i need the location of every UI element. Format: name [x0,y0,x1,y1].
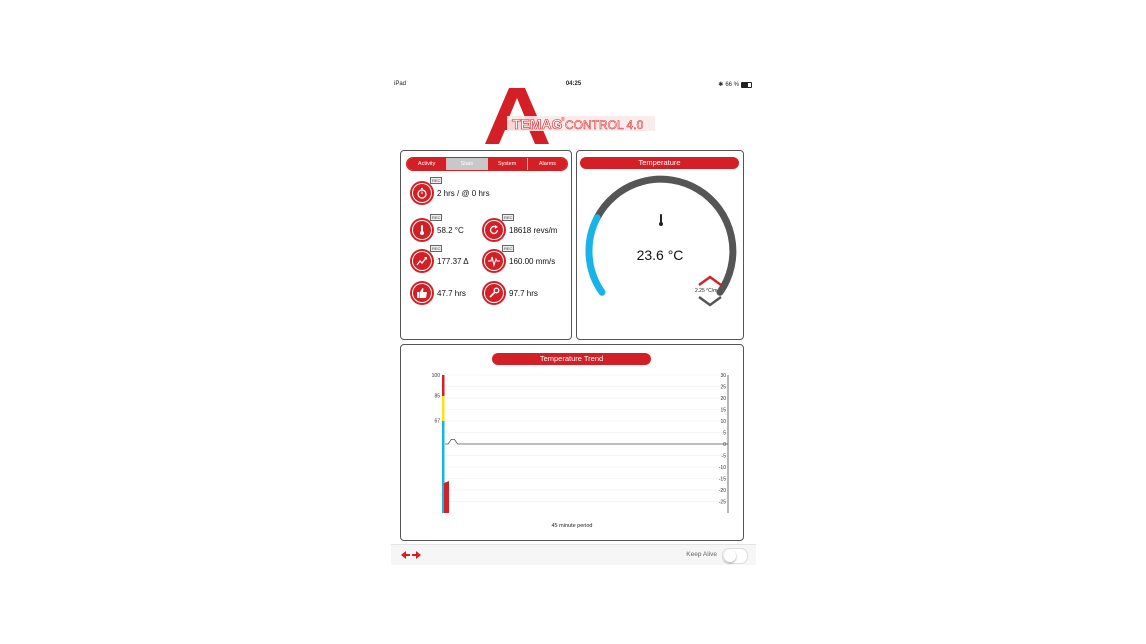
rec-badge: REC [502,214,515,221]
stopwatch-icon: REC [412,177,443,203]
rec-badge: REC [430,214,443,221]
atemag-logo: TEMAG ® CONTROL 4.0 [485,88,655,144]
right-tick-label: 25 [720,385,726,391]
thermometer-icon: REC [412,214,443,240]
bluetooth-icon: ✱ [718,82,724,88]
logo-product: CONTROL 4.0 [565,118,644,132]
right-tick-label: 30 [720,373,726,379]
temperature-value: 23.6 °C [636,247,684,263]
connection-icon[interactable] [401,550,421,560]
runtime-value: 2 hrs / @ 0 hrs [437,188,490,198]
stats-panel: Activity Stats System Alarms REC 2 hrs /… [400,150,572,340]
trend-chart: 100 85 67 30 25 20 15 10 5 0 -5 -10 -15 -20 -25 [432,373,729,513]
rec-badge: REC [430,177,443,184]
temperature-rate: 2.25 °C/m [695,288,718,294]
stat-temperature: REC 58.2 °C [412,214,464,240]
gauge-thermometer-icon [659,214,663,226]
temperature-title: Temperature [580,157,739,169]
status-right: ✱ 66 % [718,81,752,88]
stat-speed: REC 18618 revs/m [484,214,558,240]
logo-brand: TEMAG [512,116,563,132]
left-axis: 100 85 67 [432,373,441,425]
stat-vibration: REC 160.00 mm/s [484,245,556,271]
temperature-panel: Temperature 23.6 °C 2.25 °C/m [576,150,744,340]
temperature-gauge [585,175,737,296]
trend-series-line [445,439,728,445]
battery-icon [741,81,752,88]
trend-panel: Temperature Trend 100 85 67 30 25 20 15 10 5 0 -5… [400,344,744,541]
trend-up-icon: REC [412,245,443,271]
right-tick-label: -10 [719,465,726,471]
stats-tabs: Activity Stats System Alarms [406,157,568,171]
temperature-value: 58.2 °C [437,225,464,235]
tab-system[interactable]: System [487,158,528,170]
tab-stats[interactable]: Stats [447,158,488,170]
left-tick-label: 100 [432,373,441,379]
stat-service: 97.7 hrs [484,283,538,303]
left-tick-label: 85 [434,394,440,400]
level-bar-spike [444,481,449,513]
speed-value: 18618 revs/m [509,225,558,235]
battery-percent: 66 % [725,81,739,88]
stat-runtime: REC 2 hrs / @ 0 hrs [412,177,490,203]
right-tick-label: 0 [723,442,726,448]
right-tick-label: -5 [722,454,727,460]
rec-badge: REC [502,245,515,252]
grid-lines [445,374,728,502]
footer-bar: Keep Alive [391,544,756,565]
right-tick-label: 20 [720,396,726,402]
level-bar-red [442,375,445,396]
level-bar-yellow [442,396,445,421]
right-tick-label: 10 [720,419,726,425]
keep-alive-toggle[interactable] [722,548,748,564]
stat-usage: 47.7 hrs [412,283,466,303]
right-tick-label: 5 [723,431,726,437]
x-axis-label: 45 minute period [551,523,593,529]
trend-value: 177.37 Δ [437,256,469,266]
rate-up-icon[interactable] [697,275,723,287]
thumbs-up-icon [412,283,432,303]
pulse-icon: REC [484,245,515,271]
keep-alive-label: Keep Alive [686,551,717,558]
rate-down-icon[interactable] [697,295,723,307]
usage-value: 47.7 hrs [437,288,466,298]
rec-badge: REC [430,245,443,252]
refresh-icon: REC [484,214,515,240]
ipad-screen: iPad 04:25 ✱ 66 % TEMAG ® CONTROL 4.0 Ac… [391,76,756,565]
wrench-icon [484,283,504,303]
right-axis: 30 25 20 15 10 5 0 -5 -10 -15 -20 -25 [719,373,726,506]
tab-alarms[interactable]: Alarms [527,158,567,170]
stat-trend: REC 177.37 Δ [412,245,469,271]
right-tick-label: 15 [720,408,726,414]
right-tick-label: -20 [719,488,726,494]
right-tick-label: -15 [719,477,726,483]
left-tick-label: 67 [434,419,440,425]
service-value: 97.7 hrs [509,288,538,298]
vibration-value: 160.00 mm/s [509,256,556,266]
tab-activity[interactable]: Activity [407,158,448,170]
right-tick-label: -25 [719,500,726,506]
